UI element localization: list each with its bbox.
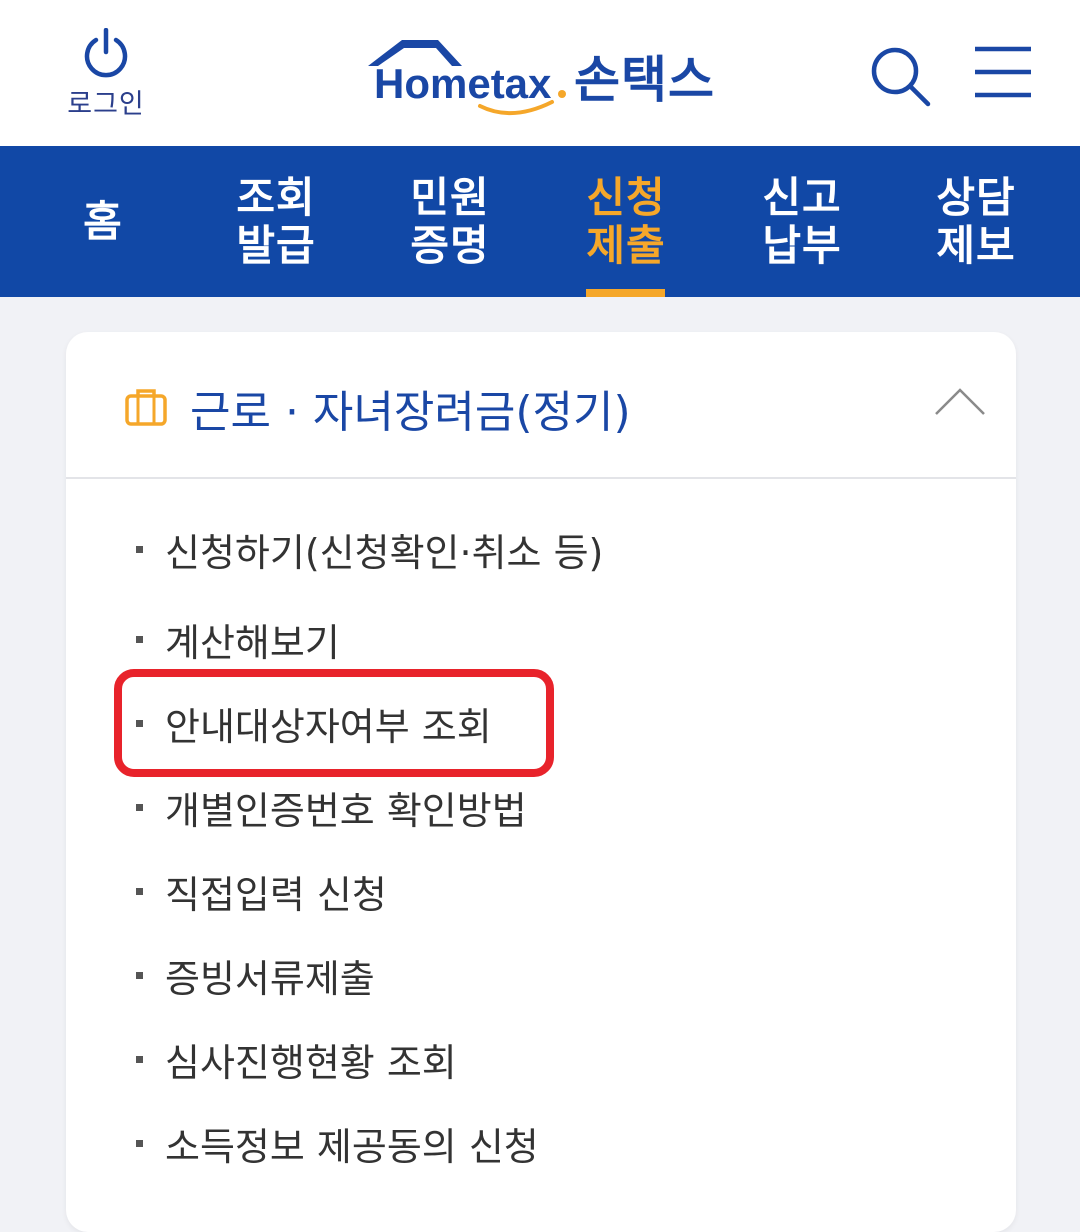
bullet-marker — [136, 971, 143, 979]
bullet-marker — [136, 545, 143, 553]
menu-item-label: 개별인증번호 확인방법 — [165, 788, 527, 833]
power-icon — [84, 28, 128, 78]
nav-tab-civil-certificate[interactable]: 민원 증명 — [374, 146, 526, 297]
section-title: 근로 · 자녀장려금(정기) — [190, 387, 631, 438]
login-button[interactable]: 로그인 — [60, 28, 152, 121]
menu-button[interactable] — [972, 44, 1034, 100]
menu-item-label: 계산해보기 — [165, 620, 340, 665]
menu-item-label: 증빙서류제출 — [165, 956, 375, 1001]
menu-item-auth-number[interactable]: 개별인증번호 확인방법 — [136, 777, 527, 837]
main-nav: 홈 조회 발급 민원 증명 신청 제출 신고 납부 상담 제보 — [0, 146, 1080, 297]
logo-text: Hometax — [374, 60, 552, 107]
section-card: 근로 · 자녀장려금(정기) 신청하기(신청확인·취소 등) 계산해보기 안내대… — [66, 332, 1016, 1232]
search-button[interactable] — [868, 44, 932, 108]
nav-tab-label: 상담 제보 — [936, 172, 1016, 270]
nav-tab-consult-report[interactable]: 상담 제보 — [900, 146, 1052, 297]
nav-tab-report-pay[interactable]: 신고 납부 — [726, 146, 878, 297]
bullet-marker — [136, 803, 143, 811]
menu-item-label: 심사진행현황 조회 — [165, 1040, 457, 1085]
menu-item-review-status[interactable]: 심사진행현황 조회 — [136, 1029, 457, 1089]
briefcase-icon — [125, 389, 167, 426]
nav-tab-inquiry-issue[interactable]: 조회 발급 — [200, 146, 352, 297]
nav-tab-label: 홈 — [83, 196, 123, 246]
bullet-marker — [136, 887, 143, 895]
menu-item-direct-input[interactable]: 직접입력 신청 — [136, 861, 387, 921]
highlight-box — [114, 669, 554, 777]
active-tab-indicator — [586, 289, 665, 297]
bullet-marker — [136, 635, 143, 643]
menu-item-calculate[interactable]: 계산해보기 — [136, 609, 340, 669]
logo-korean-text: 손택스 — [574, 51, 715, 109]
menu-item-submit-documents[interactable]: 증빙서류제출 — [136, 945, 375, 1005]
nav-tab-label: 신고 납부 — [762, 172, 842, 270]
menu-item-label: 소득정보 제공동의 신청 — [165, 1124, 539, 1169]
login-label: 로그인 — [67, 89, 145, 120]
search-icon — [871, 47, 931, 107]
nav-tab-home[interactable]: 홈 — [40, 146, 166, 297]
nav-tab-label: 신청 제출 — [586, 172, 666, 270]
top-header: 로그인 Hometax 손택스 — [0, 0, 1080, 146]
menu-item-apply[interactable]: 신청하기(신청확인·취소 등) — [136, 519, 603, 579]
menu-item-label: 신청하기(신청확인·취소 등) — [165, 530, 604, 575]
hometax-logo-mark: Hometax — [368, 40, 566, 116]
nav-tab-apply-submit[interactable]: 신청 제출 — [550, 146, 702, 297]
collapse-button[interactable] — [934, 384, 986, 418]
menu-item-label: 직접입력 신청 — [165, 872, 387, 917]
hometax-logo[interactable]: Hometax 손택스 — [362, 36, 722, 122]
chevron-up-icon — [935, 388, 985, 415]
bullet-marker — [136, 1139, 143, 1147]
hamburger-icon — [975, 46, 1031, 98]
nav-tab-label: 조회 발급 — [236, 172, 316, 270]
menu-item-income-consent[interactable]: 소득정보 제공동의 신청 — [136, 1113, 539, 1173]
bullet-marker — [136, 1055, 143, 1063]
nav-tab-label: 민원 증명 — [410, 172, 490, 270]
section-header[interactable]: 근로 · 자녀장려금(정기) — [66, 332, 1016, 479]
